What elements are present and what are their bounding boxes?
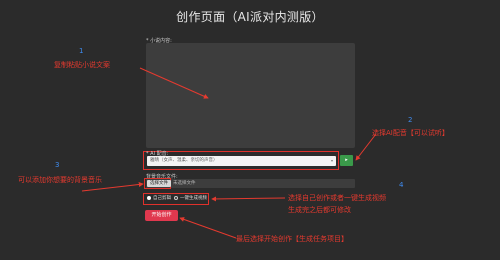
radio-self-edit[interactable]: 自己剪辑 — [147, 195, 171, 203]
novel-content-textarea[interactable] — [146, 43, 355, 148]
annotation-text-3: 可以添加你想要的背景音乐 — [18, 176, 102, 184]
file-status-text: 未选择文件 — [173, 181, 196, 186]
voice-select[interactable]: 雅晴（女声、温柔、亲切的声音） ▾ — [147, 156, 336, 166]
annotation-number-1: 1 — [79, 47, 84, 55]
annotation-text-2: 选择AI配音【可以试听】 — [372, 129, 449, 137]
annotation-number-4: 4 — [399, 181, 404, 189]
annotation-number-2: 2 — [408, 116, 413, 124]
radio-checked-icon — [147, 195, 151, 200]
radio-self-edit-label: 自己剪辑 — [153, 196, 171, 201]
page-title: 创作页面（AI派对内测版） — [176, 10, 324, 24]
annotation-text-5: 最后选择开始创作【生成任务项目】 — [236, 235, 348, 243]
voice-preview-button[interactable]: ▸ — [340, 155, 353, 166]
annotation-number-3: 3 — [55, 161, 60, 169]
voice-selected-value: 雅晴（女声、温柔、亲切的声音） — [150, 158, 218, 163]
radio-one-click[interactable]: 一键生成视频 — [174, 195, 207, 203]
radio-one-click-label: 一键生成视频 — [180, 196, 207, 201]
arrow-3 — [81, 181, 144, 192]
play-icon: ▸ — [345, 157, 348, 163]
annotation-text-4b: 生成完之后都可修改 — [288, 206, 351, 214]
arrow-4 — [211, 196, 286, 202]
chevron-down-icon: ▾ — [330, 158, 333, 163]
arrow-5 — [179, 217, 237, 239]
choose-file-button[interactable]: 选择文件 — [147, 180, 171, 187]
annotation-text-4a: 选择自己创作或者一键生成视频 — [288, 194, 386, 202]
radio-unchecked-icon — [174, 195, 178, 200]
start-creation-button[interactable]: 开始创作 — [145, 210, 178, 221]
annotation-text-1: 复制粘贴小说文案 — [54, 61, 110, 69]
